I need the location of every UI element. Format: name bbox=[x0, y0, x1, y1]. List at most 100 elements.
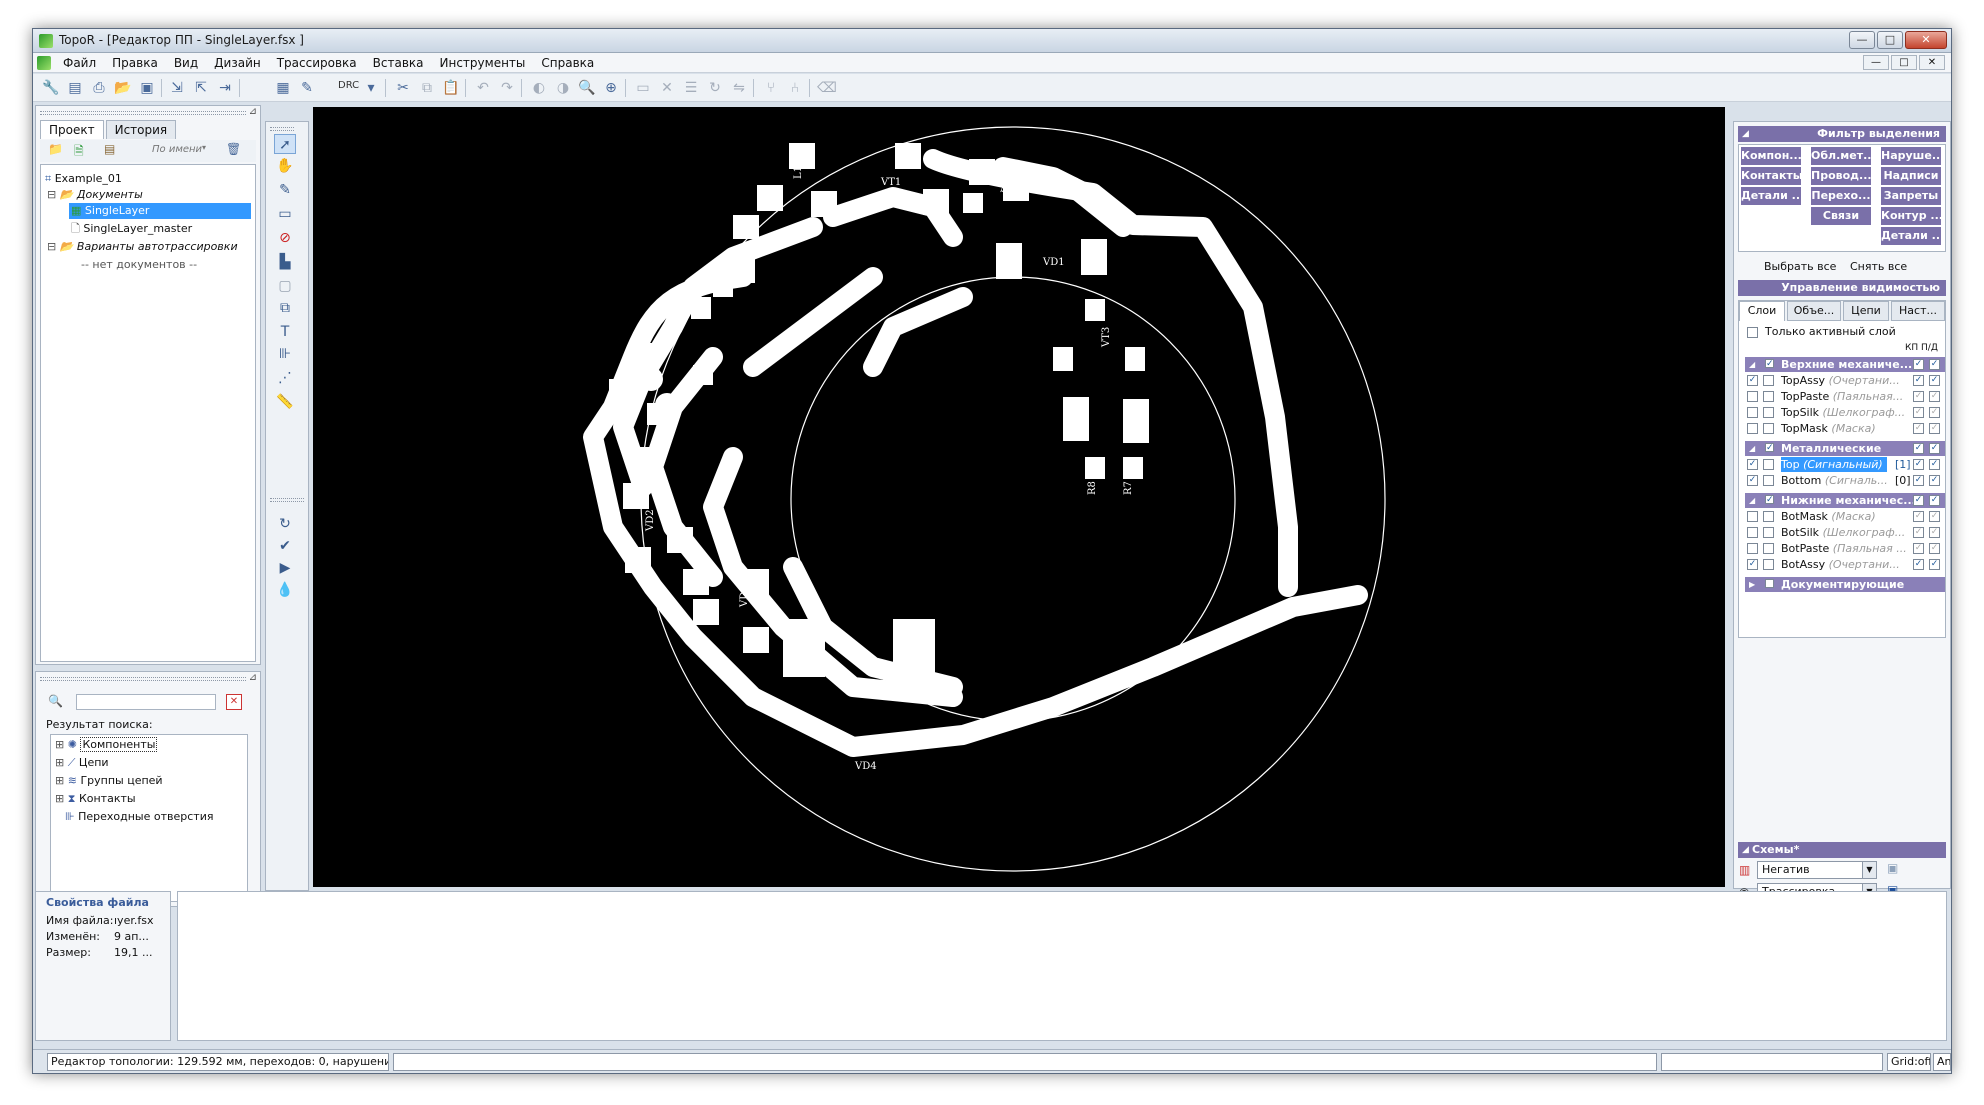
result-vias[interactable]: ⊪ Переходные отверстия bbox=[65, 809, 213, 825]
dropdown-arrow-icon[interactable]: ▾ bbox=[361, 78, 381, 98]
mdi-restore-button[interactable]: □ bbox=[1891, 55, 1917, 70]
maximize-button[interactable]: □ bbox=[1877, 31, 1903, 49]
polygon-icon[interactable]: ▙ bbox=[274, 252, 296, 272]
check-icon[interactable]: ✔ bbox=[274, 536, 296, 556]
refresh-icon[interactable]: ↻ bbox=[274, 514, 296, 534]
redo-icon[interactable]: ↷ bbox=[497, 78, 517, 98]
filter-details[interactable]: Детали ... bbox=[1741, 187, 1801, 205]
menu-file[interactable]: Файл bbox=[55, 55, 104, 71]
close-button[interactable]: ✕ bbox=[1905, 31, 1947, 49]
import-icon[interactable]: ⇲ bbox=[167, 78, 187, 98]
measure-icon[interactable]: 📏 bbox=[274, 392, 296, 412]
layer-botmask[interactable]: BotMask (Маска) ✓ ✓ bbox=[1745, 509, 1945, 524]
mirror-icon[interactable]: ⇋ bbox=[729, 78, 749, 98]
filter-wires[interactable]: Провод... bbox=[1811, 167, 1871, 185]
tree-item-singlelayer[interactable]: ▦ SingleLayer bbox=[69, 203, 251, 219]
drc-label[interactable]: DRC bbox=[338, 80, 359, 91]
visibility-header[interactable]: Управление видимостью bbox=[1738, 280, 1946, 296]
menu-tools[interactable]: Инструменты bbox=[432, 55, 534, 71]
tab-history[interactable]: История bbox=[105, 120, 177, 139]
layer-botassy[interactable]: ✓ BotAssy (Очертани... ✓ ✓ bbox=[1745, 557, 1945, 572]
tab-nets[interactable]: Цепи bbox=[1843, 301, 1889, 321]
fork-icon[interactable]: ⑂ bbox=[761, 78, 781, 98]
export-icon[interactable]: ⇱ bbox=[191, 78, 211, 98]
grid-settings-icon[interactable]: ▦ bbox=[273, 78, 293, 98]
filter-keepouts[interactable]: Запреты bbox=[1881, 187, 1941, 205]
connect-icon[interactable]: ⋰ bbox=[274, 368, 296, 388]
filter-links[interactable]: Связи bbox=[1811, 207, 1871, 225]
split-icon[interactable]: ⑃ bbox=[785, 78, 805, 98]
lock-icon[interactable]: ▭ bbox=[633, 78, 653, 98]
zoom-next-icon[interactable]: ◑ bbox=[553, 78, 573, 98]
filter-contour[interactable]: Контур ... bbox=[1881, 207, 1941, 225]
drop-icon[interactable]: 💧 bbox=[274, 580, 296, 600]
trash-icon[interactable]: 🗑 bbox=[226, 142, 241, 156]
zoom-fit-icon[interactable]: 🔍 bbox=[577, 78, 597, 98]
print-icon[interactable]: ⎙ bbox=[89, 78, 109, 98]
sort-dropdown[interactable]: По имени bbox=[152, 144, 202, 155]
mdi-close-button[interactable]: ✕ bbox=[1919, 55, 1945, 70]
pencil-icon[interactable]: ✎ bbox=[274, 180, 296, 200]
clear-search-icon[interactable]: ✕ bbox=[226, 694, 242, 710]
grid-toggle[interactable]: Grid:off bbox=[1887, 1053, 1931, 1071]
snap-mode[interactable]: Any bbox=[1933, 1053, 1951, 1071]
filter-metal-areas[interactable]: Обл.мет... bbox=[1811, 147, 1871, 165]
cutout-icon[interactable]: ▢ bbox=[274, 276, 296, 296]
filter-pins[interactable]: Контакты bbox=[1741, 167, 1801, 185]
shapes-icon[interactable]: ⧉ bbox=[274, 298, 296, 318]
selection-filter-header[interactable]: ◢ Фильтр выделения bbox=[1738, 126, 1946, 142]
route-icon[interactable]: ✎ bbox=[297, 78, 317, 98]
chevron-down-icon[interactable]: ▾ bbox=[202, 143, 206, 152]
result-pins[interactable]: ⊞ ⧗ Контакты bbox=[55, 791, 136, 807]
rotate-icon[interactable]: ↻ bbox=[705, 78, 725, 98]
paste-icon[interactable]: 📋 bbox=[441, 78, 461, 98]
play-icon[interactable]: ▶ bbox=[274, 558, 296, 578]
align-icon[interactable]: ☰ bbox=[681, 78, 701, 98]
pin-icon[interactable]: ⊿ bbox=[249, 106, 257, 117]
new-document-icon[interactable]: ▤ bbox=[65, 78, 85, 98]
filter-vias[interactable]: Перехо... bbox=[1811, 187, 1871, 205]
scheme-combo-color[interactable]: Негатив ▼ bbox=[1757, 861, 1877, 879]
pin-icon[interactable]: ⊿ bbox=[249, 672, 257, 683]
open-folder-icon[interactable]: 📂 bbox=[113, 78, 133, 98]
filter-violations[interactable]: Наруше... bbox=[1881, 147, 1941, 165]
zoom-in-icon[interactable]: ⊕ bbox=[601, 78, 621, 98]
layer-topmask[interactable]: TopMask (Маска) ✓ ✓ bbox=[1745, 421, 1945, 436]
result-nets[interactable]: ⊞ ⟋ Цепи bbox=[55, 755, 109, 771]
rectangle-icon[interactable]: ▭ bbox=[274, 204, 296, 224]
menu-view[interactable]: Вид bbox=[166, 55, 206, 71]
minimize-button[interactable]: — bbox=[1849, 31, 1875, 49]
layer-botsilk[interactable]: BotSilk (Шелкограф... ✓ ✓ bbox=[1745, 525, 1945, 540]
select-all-link[interactable]: Выбрать все bbox=[1764, 260, 1836, 273]
delete-icon[interactable]: ✕ bbox=[657, 78, 677, 98]
select-pointer-icon[interactable]: ➚ bbox=[274, 134, 296, 154]
cut-icon[interactable]: ✂ bbox=[393, 78, 413, 98]
layer-top[interactable]: ✓ Top (Сигнальный) [1] ✓ ✓ bbox=[1745, 457, 1945, 472]
pcb-canvas[interactable]: VT1 VD4 C1 R1 R3 R5 VD1 VT3 R8 R7 VD2 VD… bbox=[313, 107, 1725, 887]
tab-project[interactable]: Проект bbox=[40, 120, 104, 139]
document-icon[interactable] bbox=[37, 56, 51, 70]
messages-panel[interactable] bbox=[177, 891, 1947, 1041]
document-add-icon[interactable]: 🗎 bbox=[74, 142, 84, 163]
menu-routing[interactable]: Трассировка bbox=[269, 55, 365, 71]
tab-objects[interactable]: Объе... bbox=[1787, 301, 1841, 321]
layer-botpaste[interactable]: BotPaste (Паяльная ... ✓ ✓ bbox=[1745, 541, 1945, 556]
prohibit-icon[interactable]: ⊘ bbox=[274, 228, 296, 248]
menu-edit[interactable]: Правка bbox=[104, 55, 166, 71]
via-tool-icon[interactable]: ⊪ bbox=[274, 344, 296, 364]
pan-hand-icon[interactable]: ✋ bbox=[274, 156, 296, 176]
deselect-all-link[interactable]: Снять все bbox=[1850, 260, 1907, 273]
archive-icon[interactable]: ▤ bbox=[104, 142, 115, 156]
layer-toppaste[interactable]: TopPaste (Паяльная... ✓ ✓ bbox=[1745, 389, 1945, 404]
pcb-board[interactable]: VT1 VD4 C1 R1 R3 R5 VD1 VT3 R8 R7 VD2 VD… bbox=[313, 107, 1725, 887]
layer-topassy[interactable]: ✓ TopAssy (Очертани... ✓ ✓ bbox=[1745, 373, 1945, 388]
tab-settings[interactable]: Наст... bbox=[1891, 301, 1945, 321]
save-scheme-icon[interactable]: ▣ bbox=[1887, 861, 1898, 875]
folder-add-icon[interactable]: 📁 bbox=[48, 142, 63, 156]
wrench-icon[interactable]: 🔧 bbox=[41, 78, 61, 98]
layer-topsilk[interactable]: TopSilk (Шелкограф... ✓ ✓ bbox=[1745, 405, 1945, 420]
save-icon[interactable]: ▣ bbox=[137, 78, 157, 98]
mdi-minimize-button[interactable]: — bbox=[1863, 55, 1889, 70]
menu-help[interactable]: Справка bbox=[533, 55, 602, 71]
tree-documents-folder[interactable]: ⊟ 📂 Документы bbox=[47, 187, 143, 203]
